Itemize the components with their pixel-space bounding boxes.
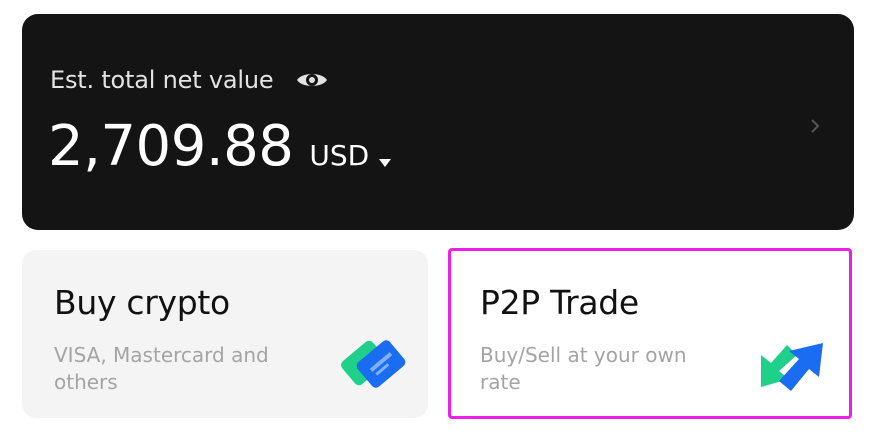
p2p-trade-card[interactable]: P2P Trade Buy/Sell at your own rate <box>448 248 852 419</box>
p2p-trade-title: P2P Trade <box>480 283 639 322</box>
balance-label: Est. total net value <box>50 66 274 94</box>
swap-arrows-icon <box>757 337 827 395</box>
buy-crypto-title: Buy crypto <box>54 283 230 322</box>
buy-crypto-card[interactable]: Buy crypto VISA, Mastercard and others <box>22 250 428 418</box>
balance-amount: 2,709.88 <box>48 114 294 179</box>
buy-crypto-subtitle: VISA, Mastercard and others <box>54 343 269 394</box>
chevron-right-icon[interactable] <box>810 118 820 134</box>
eye-icon[interactable] <box>295 69 329 91</box>
currency-selector[interactable]: USD <box>309 139 392 172</box>
balance-label-row: Est. total net value <box>50 66 329 94</box>
balance-card[interactable]: Est. total net value 2,709.88 USD <box>22 14 854 230</box>
currency-label: USD <box>309 139 370 172</box>
card-icon <box>338 334 408 392</box>
p2p-trade-subtitle: Buy/Sell at your own rate <box>480 343 687 394</box>
caret-down-icon <box>379 152 392 167</box>
balance-row: 2,709.88 USD <box>48 114 392 179</box>
